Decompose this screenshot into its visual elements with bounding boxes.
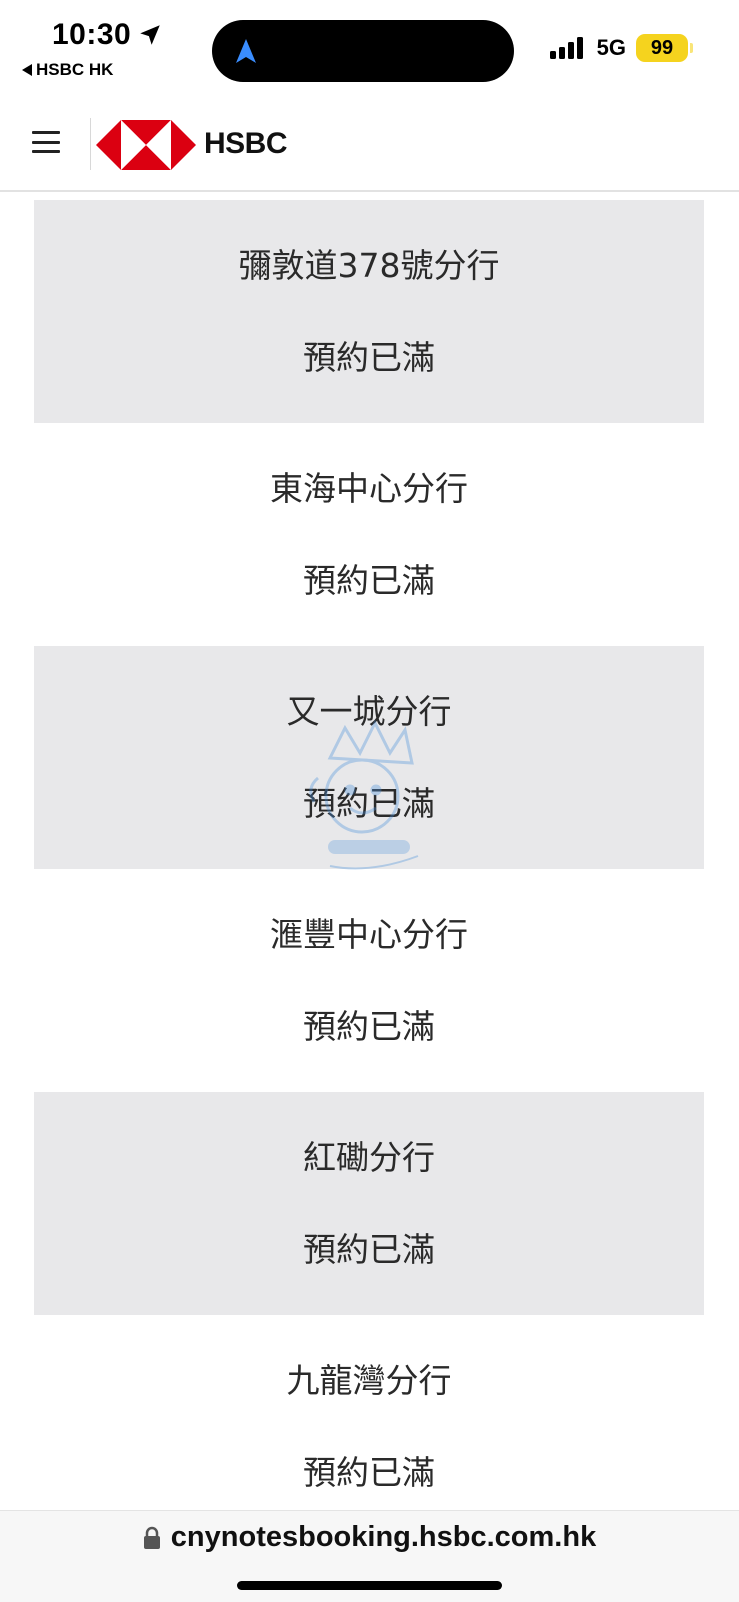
navigation-arrow-icon [236, 39, 256, 63]
branch-status: 預約已滿 [303, 1006, 435, 1046]
browser-url-bar[interactable]: cnynotesbooking.hsbc.com.hk [0, 1510, 739, 1602]
battery-icon: 99 [636, 34, 693, 62]
branch-status: 預約已滿 [303, 1452, 435, 1492]
url-row[interactable]: cnynotesbooking.hsbc.com.hk [0, 1521, 739, 1554]
battery-level: 99 [636, 34, 688, 62]
branch-name: 東海中心分行 [270, 468, 468, 508]
url-text[interactable]: cnynotesbooking.hsbc.com.hk [171, 1521, 596, 1554]
status-bar: 10:30 HSBC HK 5G 99 [0, 0, 739, 96]
site-header: HSBC [0, 96, 739, 192]
branch-list: 彌敦道378號分行 預約已滿 東海中心分行 預約已滿 又一城分行 預約已滿 滙豐… [34, 200, 704, 1538]
header-divider [90, 118, 91, 170]
brand-name: HSBC [204, 127, 288, 160]
branch-name: 滙豐中心分行 [270, 914, 468, 954]
home-indicator[interactable] [237, 1581, 502, 1590]
location-arrow-icon [140, 25, 160, 45]
branch-status: 預約已滿 [303, 337, 435, 377]
hsbc-hexagon-logo-icon[interactable] [96, 120, 196, 170]
branch-card[interactable]: 又一城分行 預約已滿 [34, 646, 704, 869]
branch-card[interactable]: 彌敦道378號分行 預約已滿 [34, 200, 704, 423]
status-indicators: 5G 99 [549, 34, 693, 62]
branch-name: 又一城分行 [286, 691, 452, 731]
dynamic-island [212, 20, 514, 82]
lock-icon [143, 1526, 160, 1549]
branch-name: 九龍灣分行 [286, 1360, 452, 1400]
branch-status: 預約已滿 [303, 560, 435, 600]
branch-card[interactable]: 九龍灣分行 預約已滿 [34, 1315, 704, 1538]
branch-status: 預約已滿 [303, 1229, 435, 1269]
status-time: 10:30 [52, 18, 163, 52]
battery-tip [690, 43, 693, 53]
back-to-app-link[interactable]: HSBC HK [22, 60, 113, 80]
branch-status: 預約已滿 [303, 783, 435, 823]
branch-card[interactable]: 東海中心分行 預約已滿 [34, 423, 704, 646]
back-triangle-icon [22, 64, 32, 76]
hamburger-menu-icon[interactable] [32, 131, 60, 153]
branch-name: 紅磡分行 [303, 1137, 435, 1177]
branch-name: 彌敦道378號分行 [238, 245, 500, 285]
branch-card[interactable]: 滙豐中心分行 預約已滿 [34, 869, 704, 1092]
back-app-label: HSBC HK [36, 60, 114, 79]
time-text: 10:30 [52, 18, 132, 51]
branch-card[interactable]: 紅磡分行 預約已滿 [34, 1092, 704, 1315]
cellular-signal-icon [549, 37, 583, 59]
network-type: 5G [596, 35, 626, 60]
